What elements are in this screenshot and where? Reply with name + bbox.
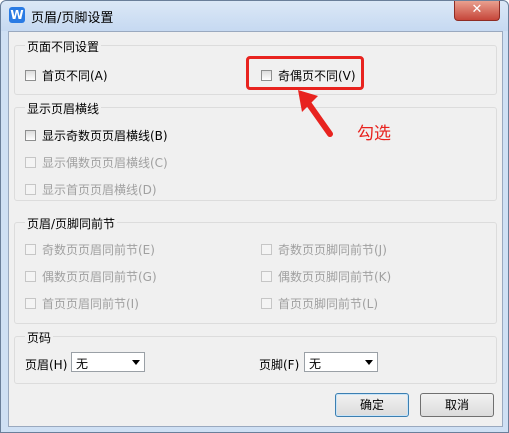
checkbox-label: 偶数页页脚同前节(K): [278, 270, 392, 284]
checkbox-label: 首页页眉同前节(I): [42, 297, 139, 311]
checkbox-box[interactable]: [261, 244, 272, 255]
chevron-down-icon[interactable]: [132, 360, 140, 365]
checkbox-odd-header-line[interactable]: 显示奇数页页眉横线(B): [25, 127, 168, 144]
annotation-arrow-icon: [298, 90, 333, 137]
group-title-same-as-previous: 页眉/页脚同前节: [25, 215, 118, 232]
checkbox-first-footer-same[interactable]: 首页页脚同前节(L): [261, 295, 378, 312]
group-title-page-different: 页面不同设置: [25, 38, 102, 55]
checkbox-box[interactable]: [25, 184, 36, 195]
chevron-down-icon[interactable]: [365, 360, 373, 365]
group-title-page-number: 页码: [25, 329, 54, 346]
close-button[interactable]: ✕: [454, 1, 500, 21]
select-value: 无: [76, 357, 89, 371]
checkbox-even-footer-same[interactable]: 偶数页页脚同前节(K): [261, 268, 391, 285]
checkbox-box[interactable]: [25, 298, 36, 309]
checkbox-label: 首页页脚同前节(L): [278, 297, 379, 311]
title-bar: W 页眉/页脚设置 ✕: [1, 1, 508, 31]
checkbox-box[interactable]: [25, 271, 36, 282]
checkbox-even-header-line[interactable]: 显示偶数页页眉横线(C): [25, 154, 168, 171]
ok-button[interactable]: 确定: [335, 393, 409, 417]
checkbox-first-header-same[interactable]: 首页页眉同前节(I): [25, 295, 139, 312]
checkbox-box[interactable]: [25, 244, 36, 255]
checkbox-even-header-same[interactable]: 偶数页页眉同前节(G): [25, 268, 157, 285]
checkbox-label: 奇数页页眉同前节(E): [42, 243, 155, 257]
checkbox-box[interactable]: [25, 157, 36, 168]
select-value: 无: [309, 357, 322, 371]
annotation-highlight-box: [246, 56, 364, 90]
header-page-number-label: 页眉(H): [25, 358, 68, 372]
checkbox-first-page-different[interactable]: 首页不同(A): [25, 67, 108, 84]
group-title-header-line: 显示页眉横线: [25, 100, 102, 117]
checkbox-box[interactable]: [25, 130, 36, 141]
checkbox-label: 首页不同(A): [42, 69, 108, 83]
checkbox-label: 显示首页页眉横线(D): [42, 183, 157, 197]
checkbox-box[interactable]: [261, 271, 272, 282]
footer-page-number-label: 页脚(F): [259, 358, 300, 372]
cancel-button[interactable]: 取消: [420, 393, 494, 417]
checkbox-label: 偶数页页眉同前节(G): [42, 270, 157, 284]
checkbox-first-header-line[interactable]: 显示首页页眉横线(D): [25, 181, 157, 198]
checkbox-odd-footer-same[interactable]: 奇数页页脚同前节(J): [261, 241, 387, 258]
wps-app-icon: W: [9, 7, 25, 23]
dialog-client: 页面不同设置 首页不同(A) 奇偶页不同(V) 显示页眉横线 显示奇数页页眉横线…: [8, 31, 503, 427]
checkbox-label: 显示奇数页页眉横线(B): [42, 129, 168, 143]
checkbox-box[interactable]: [25, 70, 36, 81]
checkbox-label: 奇数页页脚同前节(J): [278, 243, 387, 257]
checkbox-box[interactable]: [261, 298, 272, 309]
checkbox-label: 显示偶数页页眉横线(C): [42, 156, 168, 170]
footer-page-number-select[interactable]: 无: [304, 352, 378, 372]
checkbox-odd-header-same[interactable]: 奇数页页眉同前节(E): [25, 241, 155, 258]
dialog-title: 页眉/页脚设置: [31, 11, 114, 26]
header-page-number-select[interactable]: 无: [71, 352, 145, 372]
annotation-text: 勾选: [357, 124, 391, 144]
